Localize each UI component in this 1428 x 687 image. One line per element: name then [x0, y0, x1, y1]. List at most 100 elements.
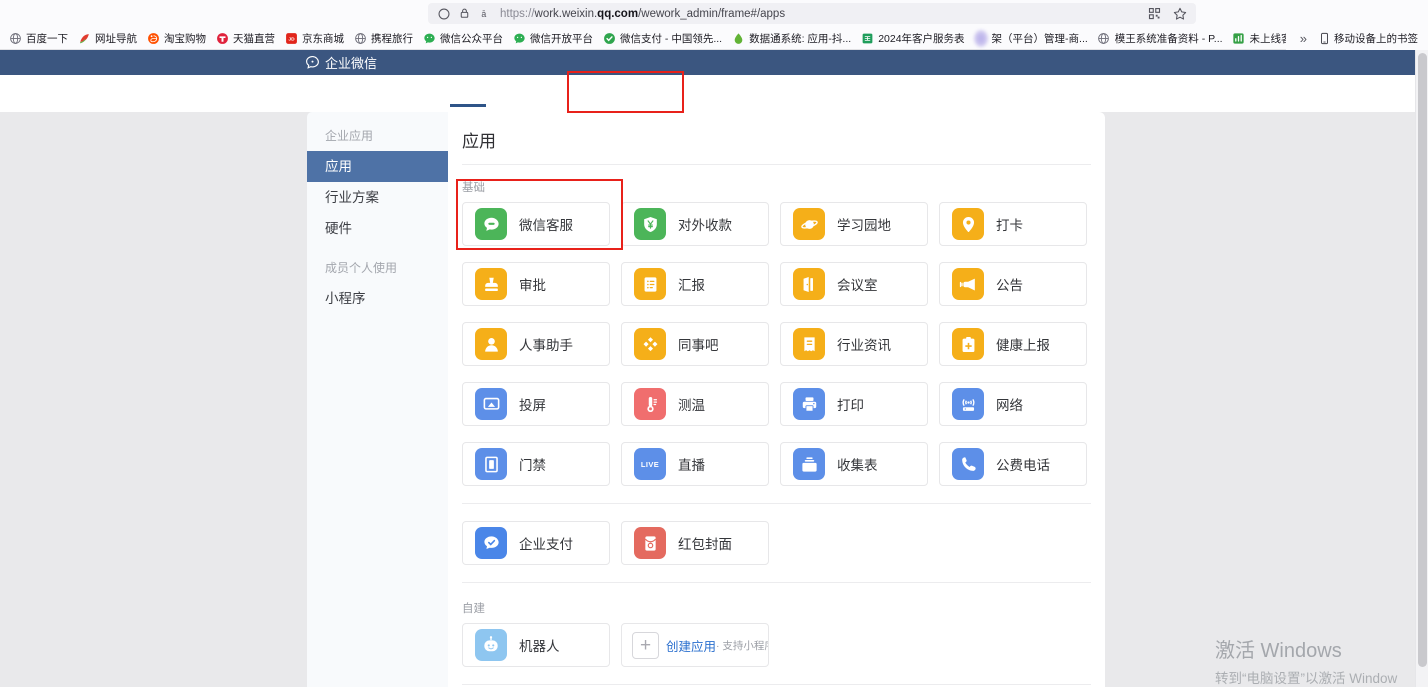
bookmark-item[interactable]: 微信公众平台 — [422, 31, 503, 46]
url-text[interactable]: https://work.weixin.qq.com/wework_admin/… — [500, 8, 785, 20]
page-scrollbar-track[interactable] — [1415, 50, 1428, 687]
sidebar-row-label: 行业方案 — [325, 190, 379, 205]
account-button[interactable] — [1263, 2, 1285, 24]
url-scheme: https:// — [500, 7, 535, 20]
bookmark-item[interactable]: 天猫直营 — [215, 31, 275, 46]
meeting-door-icon — [793, 268, 825, 300]
app-tile-megaphone[interactable]: 公告 — [939, 262, 1087, 306]
wecom-logo[interactable]: 企业微信 — [305, 50, 377, 75]
app-tile-robot[interactable]: 机器人 — [462, 623, 610, 667]
app-tile-pin[interactable]: 打卡 — [939, 202, 1087, 246]
bookmark-item[interactable]: 架（平台）管理-商... — [973, 29, 1088, 47]
globe-icon — [353, 31, 367, 45]
app-tile-label: 微信客服 — [519, 218, 573, 233]
sidebar-item[interactable]: 应用 — [307, 151, 448, 182]
url-domain: qq.com — [597, 7, 639, 20]
shield-icon[interactable] — [436, 3, 451, 25]
nav-tab[interactable] — [636, 75, 684, 112]
app-tile-diamonds[interactable]: 同事吧 — [621, 322, 769, 366]
app-tile-report[interactable]: 汇报 — [621, 262, 769, 306]
app-tile-live[interactable]: LIVE 直播 — [621, 442, 769, 486]
address-bar[interactable]: ā https://work.weixin.qq.com/wework_admi… — [428, 3, 1196, 24]
app-tile-printer[interactable]: 打印 — [780, 382, 928, 426]
report-icon — [634, 268, 666, 300]
translate-icon[interactable]: ā — [478, 3, 493, 25]
bookmark-item[interactable]: 2024年客户服务表 — [860, 31, 965, 46]
app-section: 自建 机器人 + 创建应用 · 支持小程序 — [448, 600, 1105, 667]
bookmark-item[interactable]: 携程旅行 — [353, 31, 413, 46]
bookmark-label: 微信开放平台 — [530, 32, 593, 45]
page-scrollbar-thumb[interactable] — [1417, 53, 1427, 667]
app-section: 企业支付 红包封面 — [448, 521, 1105, 565]
app-tile-health[interactable]: 健康上报 — [939, 322, 1087, 366]
bookmark-label: 架（平台）管理-商... — [991, 32, 1088, 45]
nav-tab[interactable] — [588, 75, 636, 112]
reload-button[interactable] — [88, 2, 110, 24]
url-subdomain: work.weixin. — [534, 7, 598, 20]
app-tile-cast[interactable]: 投屏 — [462, 382, 610, 426]
app-tile-wechat-service[interactable]: 微信客服 — [462, 202, 610, 246]
bookmarks-overflow-chevron[interactable]: » — [1300, 31, 1307, 46]
app-tile-network[interactable]: 网络 — [939, 382, 1087, 426]
app-tile-planet[interactable]: 学习园地 — [780, 202, 928, 246]
robot-icon — [475, 629, 507, 661]
download-button[interactable] — [1220, 2, 1242, 24]
app-tile-label: 学习园地 — [837, 218, 891, 233]
bookmark-item[interactable]: 百度一下 — [8, 31, 68, 46]
bookmark-item[interactable]: 淘宝购物 — [146, 31, 206, 46]
jd-icon: JD — [284, 31, 298, 45]
thermometer-icon — [634, 388, 666, 420]
app-tile-label: 健康上报 — [996, 338, 1050, 353]
bookmark-item[interactable]: JD 京东商城 — [284, 31, 344, 46]
bookmark-item[interactable]: 数据通系统: 应用-抖... — [731, 31, 851, 46]
sidebar-row-label: 企业应用 — [325, 129, 374, 143]
share-button[interactable] — [1349, 2, 1371, 24]
sidebar-row-label: 成员个人使用 — [325, 261, 398, 275]
svg-text:ā: ā — [481, 8, 486, 18]
nav-tab[interactable] — [396, 75, 444, 112]
nav-tab[interactable] — [492, 75, 540, 112]
menu-button[interactable] — [1392, 2, 1414, 24]
app-tile-thermometer[interactable]: 测温 — [621, 382, 769, 426]
app-tile-meeting-door[interactable]: 会议室 — [780, 262, 928, 306]
bookmark-item[interactable]: 微信开放平台 — [512, 31, 593, 46]
app-tile-label: 行业资讯 — [837, 338, 891, 353]
app-tile-collect[interactable]: 收集表 — [780, 442, 928, 486]
sidebar-item[interactable]: 小程序 — [307, 283, 448, 314]
bookmark-label: 网址导航 — [95, 32, 137, 45]
nav-tab-active[interactable] — [444, 75, 492, 112]
app-tile-plus[interactable]: + 创建应用 · 支持小程序 — [621, 623, 769, 667]
nav-tab[interactable] — [300, 75, 348, 112]
qr-code-icon[interactable] — [1146, 3, 1162, 25]
section-divider — [462, 582, 1091, 583]
app-tile-red-packet[interactable]: 红包封面 — [621, 521, 769, 565]
access-door-icon — [475, 448, 507, 480]
sidebar-group-label: 成员个人使用 — [307, 244, 448, 283]
star-icon[interactable] — [1172, 3, 1188, 25]
bookmark-item[interactable]: 微信支付 - 中国领先... — [602, 31, 722, 46]
network-icon — [952, 388, 984, 420]
app-tile-pay-check[interactable]: 企业支付 — [462, 521, 610, 565]
app-tile-phone[interactable]: 公费电话 — [939, 442, 1087, 486]
shield-yuan-icon — [634, 208, 666, 240]
home-button[interactable] — [127, 2, 149, 24]
nav-tab[interactable] — [348, 75, 396, 112]
bookmark-item[interactable]: 模王系统准备资料 - P... — [1097, 31, 1223, 46]
bookmark-item[interactable]: 网址导航 — [77, 31, 137, 46]
history-button[interactable] — [1306, 2, 1328, 24]
sidebar-item[interactable]: 硬件 — [307, 213, 448, 244]
sidebar-item[interactable]: 行业方案 — [307, 182, 448, 213]
globe-icon — [8, 31, 22, 45]
mobile-bookmarks-folder[interactable]: 移动设备上的书签 — [1317, 31, 1418, 46]
page-title: 应用 — [462, 132, 496, 151]
app-tile-stamp[interactable]: 审批 — [462, 262, 610, 306]
app-tile-news[interactable]: 行业资讯 — [780, 322, 928, 366]
forward-button[interactable] — [49, 2, 71, 24]
nav-tab[interactable] — [540, 75, 588, 112]
url-path: /wework_admin/frame#/apps — [638, 7, 786, 20]
app-tile-sublabel: · 支持小程序 — [716, 639, 768, 652]
back-button[interactable] — [10, 2, 32, 24]
app-tile-shield-yuan[interactable]: 对外收款 — [621, 202, 769, 246]
app-tile-access-door[interactable]: 门禁 — [462, 442, 610, 486]
app-tile-person[interactable]: 人事助手 — [462, 322, 610, 366]
